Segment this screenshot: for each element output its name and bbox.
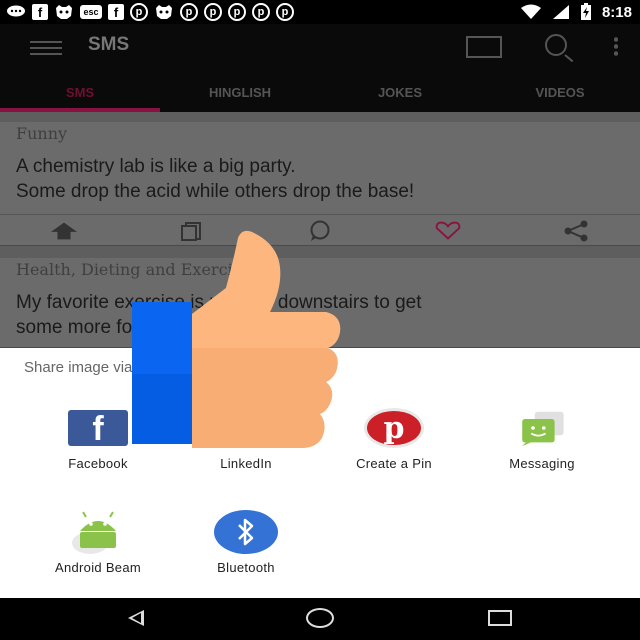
overflow-menu-icon[interactable] — [614, 36, 618, 56]
battery-charging-icon — [580, 3, 591, 20]
hamburger-menu-icon[interactable] — [30, 41, 62, 55]
back-icon[interactable] — [128, 610, 144, 626]
tab-hinglish[interactable]: HINGLISH — [160, 80, 320, 112]
bluetooth-icon — [214, 506, 278, 558]
share-icon[interactable] — [562, 220, 590, 241]
app-title: SMS — [88, 34, 130, 55]
pinterest-icon: p — [252, 3, 270, 21]
tab-sms[interactable]: SMS — [0, 80, 160, 112]
card-text-line: Some drop the acid while others drop the… — [16, 181, 415, 202]
share-bluetooth[interactable]: Bluetooth — [176, 506, 316, 575]
image-icon[interactable] — [466, 36, 502, 58]
share-messaging[interactable]: Messaging — [472, 402, 612, 471]
card-category: Funny — [16, 124, 68, 143]
thumbs-up-icon — [132, 230, 341, 448]
card-text: A chemistry lab is like a big party. Som… — [16, 154, 626, 204]
pinterest-icon: p — [362, 402, 426, 454]
heart-icon[interactable] — [434, 221, 462, 241]
game-controller-icon — [154, 4, 174, 20]
game-controller-icon — [54, 4, 74, 20]
share-label: Create a Pin — [356, 456, 432, 471]
clock: 8:18 — [601, 3, 632, 21]
pinterest-icon: p — [180, 3, 198, 21]
share-label: Android Beam — [55, 560, 141, 575]
home-icon[interactable] — [306, 608, 334, 628]
chat-bubble-icon — [6, 4, 26, 20]
pinterest-icon: p — [204, 3, 222, 21]
share-sheet-title: Share image via — [24, 359, 133, 376]
messaging-icon — [510, 402, 574, 454]
facebook-icon: f — [108, 4, 124, 20]
status-bar: f esc f p p p p p p 8:18 — [0, 0, 640, 24]
tab-jokes[interactable]: JOKES — [320, 80, 480, 112]
share-create-pin[interactable]: p Create a Pin — [324, 402, 464, 471]
pinterest-icon: p — [130, 3, 148, 21]
recent-apps-icon[interactable] — [488, 610, 512, 626]
facebook-icon: f — [32, 4, 48, 20]
app-bar: SMS SMS HINGLISH JOKES VIDEOS — [0, 24, 640, 112]
status-right: 8:18 — [520, 0, 632, 24]
facebook-icon: f — [66, 402, 130, 454]
android-icon — [66, 506, 130, 558]
navigation-bar — [0, 598, 640, 640]
pinterest-icon: p — [276, 3, 294, 21]
card-text-line: A chemistry lab is like a big party. — [16, 156, 296, 177]
share-android-beam[interactable]: Android Beam — [28, 506, 168, 575]
tab-videos[interactable]: VIDEOS — [480, 80, 640, 112]
signal-icon — [552, 5, 569, 19]
upload-icon[interactable] — [50, 221, 78, 241]
share-label: LinkedIn — [220, 456, 272, 471]
screen: f esc f p p p p p p 8:18 SMS SMS HINGLIS… — [0, 0, 640, 640]
wifi-icon — [520, 4, 541, 19]
esc-box-icon: esc — [80, 5, 102, 19]
pinterest-icon: p — [228, 3, 246, 21]
share-label: Messaging — [509, 456, 575, 471]
tab-bar: SMS HINGLISH JOKES VIDEOS — [0, 80, 640, 112]
share-label: Facebook — [68, 456, 128, 471]
share-label: Bluetooth — [217, 560, 275, 575]
search-icon[interactable] — [545, 34, 567, 56]
